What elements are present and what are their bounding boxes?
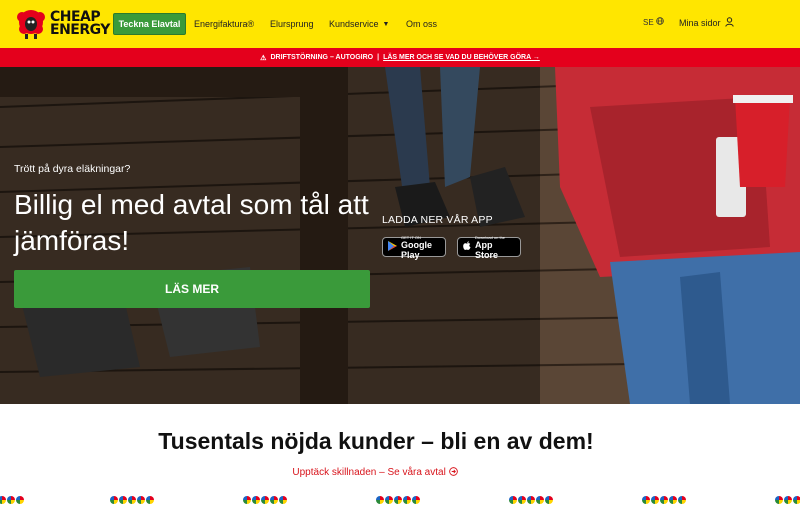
see-agreements-link[interactable]: Upptäck skillnaden – Se våra avtal [0, 467, 750, 478]
hero-subtitle: Trött på dyra eläkningar? [14, 163, 131, 175]
review-badge [509, 496, 553, 504]
nav-item-label: Om oss [406, 19, 438, 29]
review-badge [243, 496, 287, 504]
nav-item-label: Energifaktura® [194, 19, 255, 29]
nav-item-energifaktura[interactable]: Energifaktura® [194, 0, 254, 48]
user-icon [724, 17, 734, 29]
nav-item-elursprung[interactable]: Elursprung [270, 0, 314, 48]
app-store-badge[interactable]: Download on the App Store [457, 235, 521, 260]
app-download-heading: LADDA NER VÅR APP [382, 214, 493, 226]
logo-line2: ENERGY [50, 22, 110, 38]
review-badge [110, 496, 154, 504]
cheap-energy-logo[interactable]: CHEAP ENERGY [14, 8, 110, 40]
site-header: CHEAP ENERGY Teckna Elavtal Energifaktur… [0, 0, 800, 48]
nav-item-label: Kundservice [329, 19, 379, 29]
warning-icon: ⚠ [260, 54, 267, 62]
nav-item-label: Elursprung [270, 19, 314, 29]
review-badge [775, 496, 800, 504]
review-badges-row [0, 496, 800, 507]
logo-wordmark: CHEAP ENERGY [50, 10, 110, 38]
las-mer-button[interactable]: LÄS MER [14, 270, 370, 308]
alert-link[interactable]: LÄS MER OCH SE VAD DU BEHÖVER GÖRA → [383, 54, 540, 61]
customers-heading: Tusentals nöjda kunder – bli en av dem! [158, 428, 594, 454]
mina-sidor-link[interactable]: Mina sidor [679, 17, 734, 29]
globe-icon [655, 17, 664, 27]
review-badge [0, 496, 24, 504]
chevron-down-icon: ▼ [382, 20, 390, 28]
arrow-circle-icon [448, 467, 458, 478]
google-play-big-text: Google Play [401, 239, 432, 260]
nav-item-om-oss[interactable]: Om oss [406, 0, 437, 48]
teckna-elavtal-button[interactable]: Teckna Elavtal [113, 13, 186, 35]
sheep-logo-icon [14, 8, 48, 40]
nav-item-kundservice[interactable]: Kundservice ▼ [329, 0, 389, 48]
apple-icon [463, 238, 471, 256]
hero-banner: Trött på dyra eläkningar? Billig el med … [0, 67, 800, 404]
review-badge [376, 496, 420, 504]
google-play-badge[interactable]: GET IT ON Google Play [382, 235, 446, 260]
alert-bar: ⚠ DRIFTSTÖRNING – AUTOGIRO | LÄS MER OCH… [0, 48, 800, 67]
language-selector[interactable]: SE [643, 17, 664, 27]
google-play-icon [388, 238, 397, 256]
alert-separator: | [377, 54, 380, 61]
alert-text: DRIFTSTÖRNING – AUTOGIRO [270, 54, 374, 61]
account-label: Mina sidor [679, 18, 721, 28]
app-store-big-text: App Store [475, 239, 499, 260]
see-agreements-label: Upptäck skillnaden – Se våra avtal [292, 467, 446, 478]
hero-title: Billig el med avtal som tål att jämföras… [14, 189, 369, 256]
language-label: SE [643, 17, 654, 27]
review-badge [642, 496, 686, 504]
